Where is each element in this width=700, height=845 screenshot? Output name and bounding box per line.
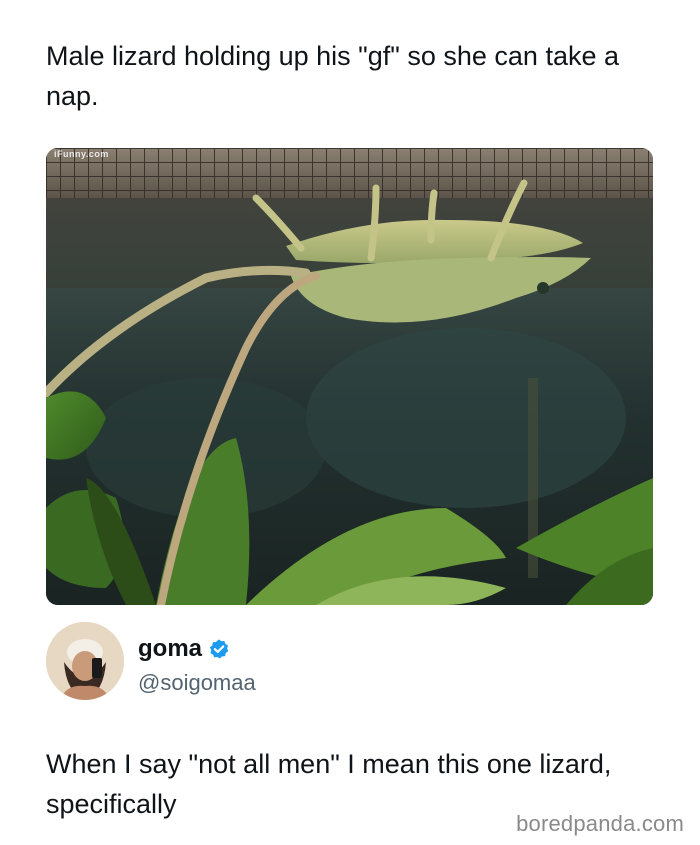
tweet-author-row: goma (138, 634, 230, 664)
source-watermark: boredpanda.com (516, 811, 684, 836)
avatar[interactable] (46, 622, 124, 700)
tweet-header: goma @soigomaa (46, 622, 666, 702)
lizard-photo-illustration (46, 148, 653, 605)
user-handle[interactable]: @soigomaa (138, 670, 256, 696)
avatar-photo (46, 622, 124, 700)
post-caption: Male lizard holding up his "gf" so she c… (46, 41, 619, 111)
verified-badge-icon (208, 638, 230, 660)
lizard-photo: iFunny.com (46, 148, 653, 605)
photo-watermark: iFunny.com (54, 149, 109, 159)
display-name[interactable]: goma (138, 635, 202, 663)
meme-card: Male lizard holding up his "gf" so she c… (0, 0, 700, 845)
